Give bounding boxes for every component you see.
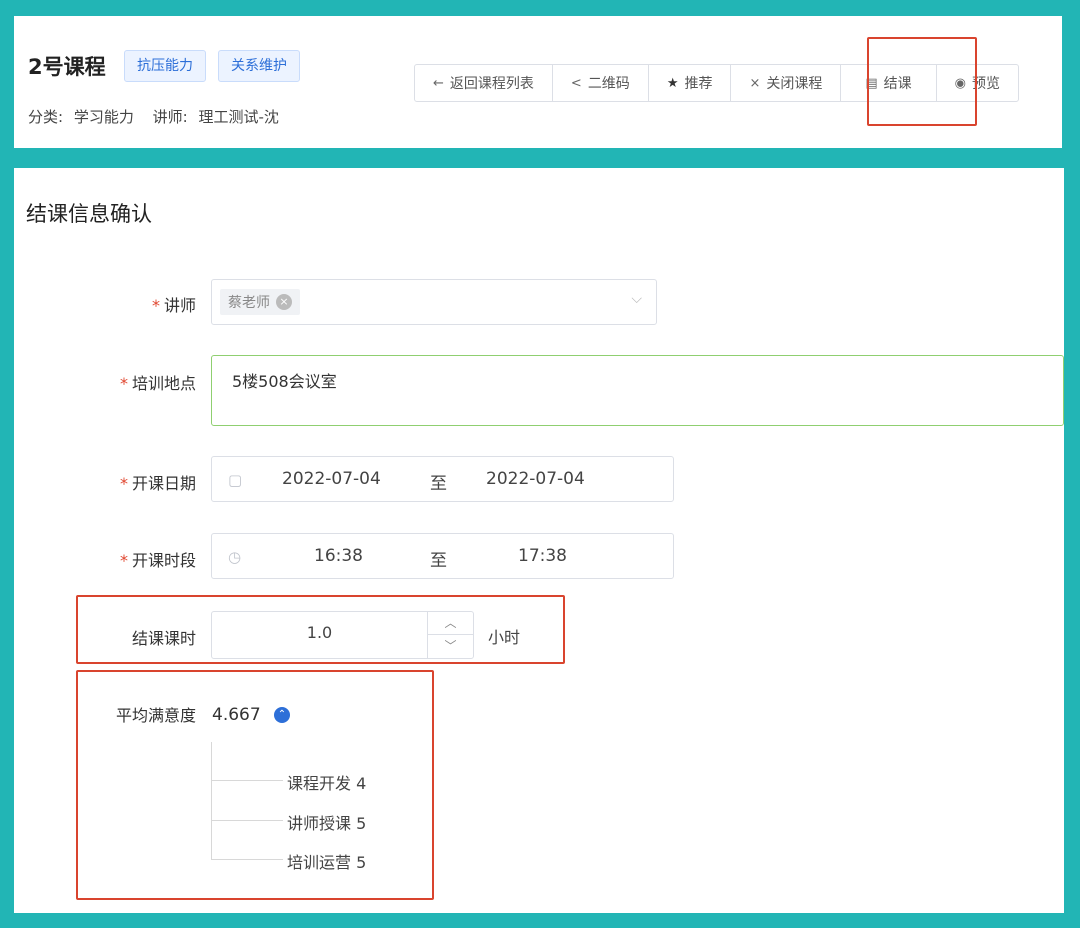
- recommend-button[interactable]: ★ 推荐: [649, 65, 732, 101]
- highlight-box: [76, 595, 565, 664]
- time-separator: 至: [430, 551, 447, 571]
- highlight-box: [867, 37, 977, 126]
- category-value: 学习能力: [73, 108, 134, 126]
- teacher-chip: 蔡老师 ×: [220, 289, 300, 315]
- clock-icon: ◷: [228, 548, 242, 566]
- share-icon: <: [570, 75, 582, 91]
- remove-chip-icon[interactable]: ×: [276, 294, 292, 310]
- close-icon: ×: [749, 75, 761, 91]
- back-to-list-label: 返回课程列表: [449, 76, 534, 92]
- date-end[interactable]: 2022-07-04: [486, 469, 585, 489]
- back-to-list-button[interactable]: ← 返回课程列表: [415, 65, 553, 101]
- teacher-meta-value: 理工测试-沈: [198, 108, 279, 126]
- qrcode-button[interactable]: < 二维码: [553, 65, 649, 101]
- teacher-label: * 讲师: [151, 296, 196, 315]
- location-label: * 培训地点: [119, 374, 196, 393]
- qrcode-label: 二维码: [587, 76, 630, 92]
- time-range-picker[interactable]: ◷ 16:38 至 17:38: [211, 533, 674, 579]
- time-start[interactable]: 16:38: [314, 546, 363, 566]
- date-separator: 至: [430, 474, 447, 494]
- star-icon: ★: [666, 75, 679, 91]
- arrow-left-icon: ←: [433, 75, 444, 91]
- required-mark: *: [119, 551, 128, 570]
- location-textarea[interactable]: 5楼508会议室: [211, 355, 1064, 426]
- teacher-select[interactable]: 蔡老师 × ⌵: [211, 279, 657, 325]
- recommend-label: 推荐: [684, 76, 713, 92]
- highlight-box: [76, 670, 434, 900]
- required-mark: *: [151, 296, 160, 315]
- calendar-icon: ▢: [228, 471, 243, 489]
- course-tag: 关系维护: [218, 50, 300, 82]
- course-title: 2号课程: [28, 55, 106, 79]
- conclude-form-panel: 结课信息确认 * 讲师 蔡老师 × ⌵ * 培训地点 5楼508会议室 * 开课日期 …: [14, 168, 1064, 913]
- course-header-panel: 2号课程 抗压能力 关系维护 分类: 学习能力 讲师: 理工测试-沈 ← 返回课…: [14, 16, 1062, 148]
- teacher-chip-label: 蔡老师: [228, 295, 270, 311]
- close-course-button[interactable]: × 关闭课程: [731, 65, 842, 101]
- date-range-picker[interactable]: ▢ 2022-07-04 至 2022-07-04: [211, 456, 674, 502]
- category-label: 分类:: [28, 108, 64, 126]
- teacher-meta-label: 讲师:: [152, 108, 188, 126]
- chevron-down-icon: ⌵: [631, 291, 642, 307]
- required-mark: *: [119, 474, 128, 493]
- required-mark: *: [119, 374, 128, 393]
- location-value: 5楼508会议室: [232, 372, 337, 391]
- course-meta: 分类: 学习能力 讲师: 理工测试-沈: [28, 106, 285, 127]
- section-title: 结课信息确认: [26, 202, 152, 226]
- course-tag: 抗压能力: [124, 50, 206, 82]
- time-label: * 开课时段: [119, 551, 196, 570]
- date-start[interactable]: 2022-07-04: [282, 469, 381, 489]
- close-course-label: 关闭课程: [766, 76, 823, 92]
- date-label: * 开课日期: [119, 474, 196, 493]
- time-end[interactable]: 17:38: [518, 546, 567, 566]
